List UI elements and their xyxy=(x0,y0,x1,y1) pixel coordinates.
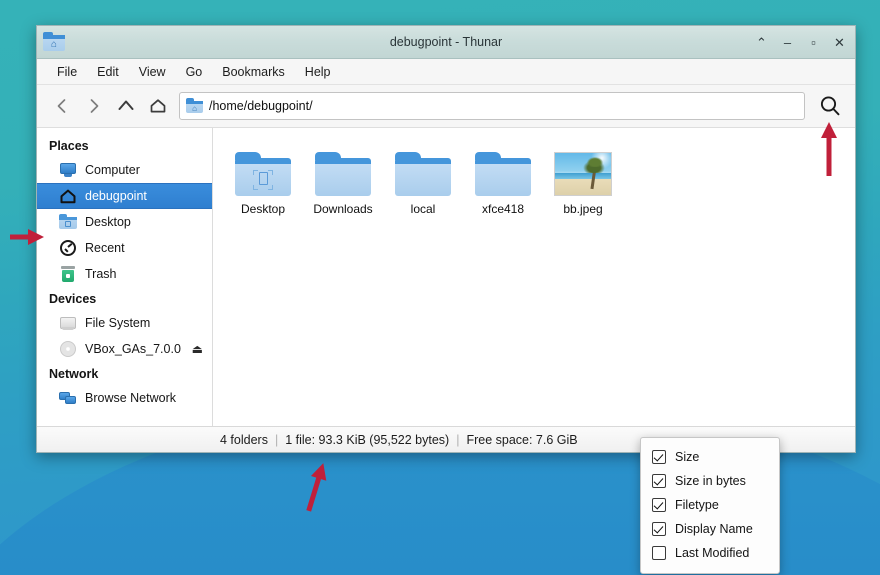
folder-icon xyxy=(313,142,373,196)
menu-checkbox-filetype[interactable]: Filetype xyxy=(641,493,779,517)
file-item-label: Desktop xyxy=(241,202,285,216)
checkbox-checked-icon[interactable] xyxy=(652,450,666,464)
back-button[interactable] xyxy=(47,91,77,121)
shade-button[interactable]: ⌃ xyxy=(755,35,768,49)
file-item[interactable]: local xyxy=(383,142,463,216)
maximize-button[interactable]: ▫ xyxy=(807,35,820,49)
file-item-label: bb.jpeg xyxy=(563,202,602,216)
desktop-folder-icon xyxy=(59,213,77,231)
sidebar-item-desktop[interactable]: Desktop xyxy=(37,209,212,235)
file-item[interactable]: bb.jpeg xyxy=(543,142,623,216)
title-bar[interactable]: ⌂ debugpoint - Thunar ⌃ – ▫ ✕ xyxy=(37,26,855,59)
sidebar-item-recent[interactable]: Recent xyxy=(37,235,212,261)
menu-item-label: Filetype xyxy=(675,498,719,512)
file-item[interactable]: xfce418 xyxy=(463,142,543,216)
window-body: Places Computer debugpoint Desktop Recen… xyxy=(37,128,855,426)
sidebar-item-vbox-gas[interactable]: VBox_GAs_7.0.0 ⏏ xyxy=(37,336,212,362)
checkbox-checked-icon[interactable] xyxy=(652,474,666,488)
minimize-button[interactable]: – xyxy=(781,35,794,49)
eject-icon[interactable]: ⏏ xyxy=(192,342,203,356)
path-entry[interactable]: ⌂ /home/debugpoint/ xyxy=(179,92,805,120)
status-separator: | xyxy=(456,433,459,447)
sidebar-item-trash[interactable]: Trash xyxy=(37,261,212,287)
menu-item-label: Size in bytes xyxy=(675,474,746,488)
clock-icon xyxy=(59,239,77,257)
menu-item-label: Last Modified xyxy=(675,546,749,560)
sidebar-item-label: Recent xyxy=(85,241,125,255)
forward-button[interactable] xyxy=(79,91,109,121)
menu-checkbox-last-modified[interactable]: Last Modified xyxy=(641,541,779,565)
sidebar-item-label: debugpoint xyxy=(85,189,147,203)
search-icon[interactable] xyxy=(813,89,847,123)
sidebar-group-places: Places xyxy=(37,134,212,157)
sidebar-group-network: Network xyxy=(37,362,212,385)
column-context-menu[interactable]: Size Size in bytes Filetype Display Name… xyxy=(640,437,780,574)
sidebar-item-label: Trash xyxy=(85,267,117,281)
close-button[interactable]: ✕ xyxy=(833,35,846,49)
path-text: /home/debugpoint/ xyxy=(209,99,313,113)
sidebar-item-label: Browse Network xyxy=(85,391,176,405)
sidebar-item-label: File System xyxy=(85,316,150,330)
file-item[interactable]: Downloads xyxy=(303,142,383,216)
file-item-label: xfce418 xyxy=(482,202,524,216)
tool-bar: ⌂ /home/debugpoint/ xyxy=(37,85,855,128)
sidebar-group-devices: Devices xyxy=(37,287,212,310)
home-button[interactable] xyxy=(143,91,173,121)
network-icon xyxy=(59,389,77,407)
sidebar: Places Computer debugpoint Desktop Recen… xyxy=(37,128,213,426)
parent-folder-button[interactable] xyxy=(111,91,141,121)
sidebar-item-label: VBox_GAs_7.0.0 xyxy=(85,342,181,356)
status-free-space: Free space: 7.6 GiB xyxy=(466,433,577,447)
menu-checkbox-display-name[interactable]: Display Name xyxy=(641,517,779,541)
image-thumbnail xyxy=(553,142,613,196)
sidebar-item-computer[interactable]: Computer xyxy=(37,157,212,183)
sidebar-item-label: Computer xyxy=(85,163,140,177)
sidebar-item-debugpoint[interactable]: debugpoint xyxy=(37,183,212,209)
menu-item-bookmarks[interactable]: Bookmarks xyxy=(213,62,294,82)
folder-icon xyxy=(393,142,453,196)
status-file-size: 1 file: 93.3 KiB (95,522 bytes) xyxy=(285,433,449,447)
sidebar-item-file-system[interactable]: File System xyxy=(37,310,212,336)
disc-icon xyxy=(59,340,77,358)
menu-item-edit[interactable]: Edit xyxy=(88,62,128,82)
folder-icon xyxy=(473,142,533,196)
sidebar-item-label: Desktop xyxy=(85,215,131,229)
path-folder-home-icon: ⌂ xyxy=(186,98,203,115)
folder-home-icon: ⌂ xyxy=(43,31,65,53)
window-title: debugpoint - Thunar xyxy=(37,35,855,49)
checkbox-unchecked-icon[interactable] xyxy=(652,546,666,560)
menu-item-view[interactable]: View xyxy=(130,62,175,82)
file-item-label: local xyxy=(411,202,436,216)
harddisk-icon xyxy=(59,314,77,332)
thunar-window: ⌂ debugpoint - Thunar ⌃ – ▫ ✕ File Edit … xyxy=(36,25,856,453)
status-folder-count: 4 folders xyxy=(220,433,268,447)
menu-item-file[interactable]: File xyxy=(48,62,86,82)
menu-item-go[interactable]: Go xyxy=(177,62,212,82)
menu-item-label: Display Name xyxy=(675,522,753,536)
file-item-label: Downloads xyxy=(313,202,372,216)
window-controls: ⌃ – ▫ ✕ xyxy=(755,35,846,49)
trash-icon xyxy=(59,265,77,283)
computer-icon xyxy=(59,161,77,179)
menu-item-help[interactable]: Help xyxy=(296,62,340,82)
menu-checkbox-size[interactable]: Size xyxy=(641,445,779,469)
file-list-view[interactable]: Desktop Downloads local xfce418 xyxy=(213,128,855,426)
file-item[interactable]: Desktop xyxy=(223,142,303,216)
home-icon xyxy=(59,187,77,205)
menu-checkbox-size-in-bytes[interactable]: Size in bytes xyxy=(641,469,779,493)
checkbox-checked-icon[interactable] xyxy=(652,522,666,536)
menu-item-label: Size xyxy=(675,450,699,464)
checkbox-checked-icon[interactable] xyxy=(652,498,666,512)
status-separator: | xyxy=(275,433,278,447)
desktop-folder-icon xyxy=(233,142,293,196)
menu-bar: File Edit View Go Bookmarks Help xyxy=(37,59,855,85)
sidebar-item-browse-network[interactable]: Browse Network xyxy=(37,385,212,411)
